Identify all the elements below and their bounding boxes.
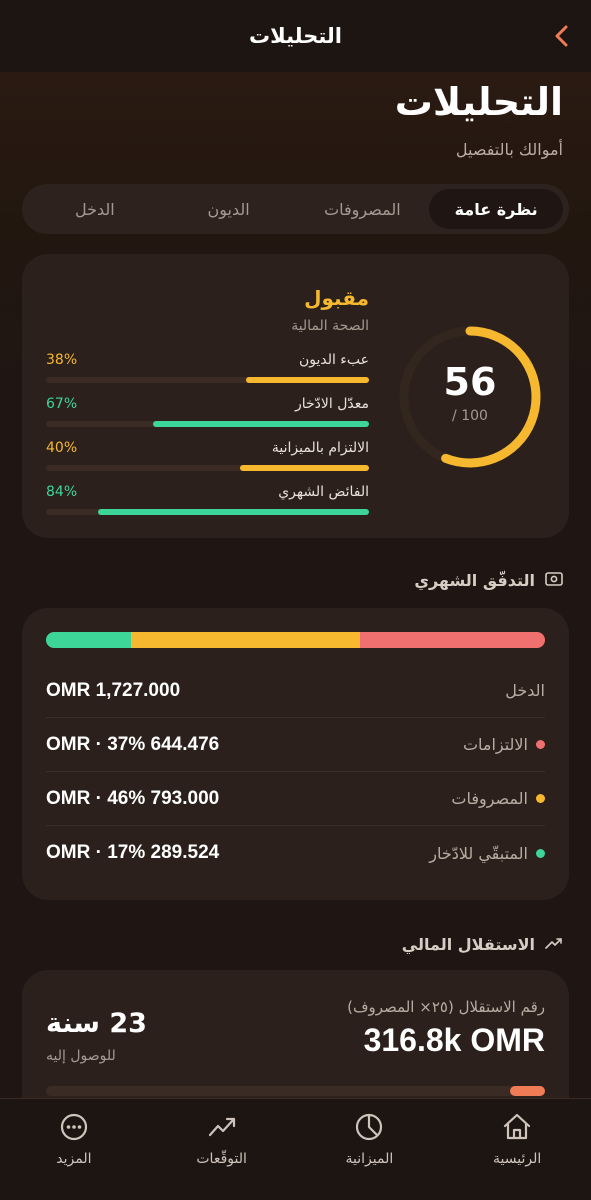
metric-track — [46, 465, 369, 471]
flow-row-label: المصروفات — [451, 789, 545, 808]
bottom-nav: الرئيسية الميزانية التوقّعات المزيد — [0, 1098, 591, 1200]
metric-track — [46, 377, 369, 383]
fire-number-label: رقم الاستقلال (٢٥× المصروف) — [347, 998, 545, 1016]
metric-percent: 40% — [46, 440, 78, 456]
flow-segment-savings — [46, 632, 131, 648]
monthly-flow-card: الدخل OMR 1,727.000 الالتزامات OMR · 37%… — [22, 608, 569, 900]
fire-progress-track — [46, 1086, 545, 1096]
flow-row-label: الدخل — [505, 681, 545, 700]
metric-savings-rate: معدّل الادّخار 67% — [46, 396, 369, 442]
flow-label-text: المتبقّي للادّخار — [429, 843, 528, 863]
flow-stacked-bar — [46, 632, 545, 648]
trend-up-icon — [206, 1111, 238, 1143]
metric-budget-adherence: الالتزام بالميزانية 40% — [46, 440, 369, 486]
metric-percent: 67% — [46, 396, 78, 412]
flow-row-value: OMR · 46% 793.000 — [46, 787, 220, 809]
monthly-flow-title: التدفّق الشهري — [414, 570, 535, 590]
years-to-reach-label: للوصول إليه — [46, 1048, 116, 1064]
nav-more-label: المزيد — [56, 1151, 92, 1167]
flow-row-value: OMR 1,727.000 — [46, 679, 181, 701]
financial-independence-card: رقم الاستقلال (٢٥× المصروف) 316.8k OMR 2… — [22, 970, 569, 1098]
metric-fill — [246, 377, 369, 383]
metric-track — [46, 421, 369, 427]
home-icon — [501, 1111, 533, 1143]
nav-forecasts-label: التوقّعات — [196, 1151, 247, 1167]
flow-row-expenses: المصروفات OMR · 46% 793.000 — [46, 772, 545, 826]
flow-segment-commitments — [360, 632, 545, 648]
top-bar-title: التحليلات — [249, 24, 342, 48]
financial-independence-title: الاستقلال المالي — [401, 934, 535, 954]
tab-debts[interactable]: الديون — [162, 189, 296, 229]
flow-label-text: الدخل — [505, 681, 545, 700]
flow-row-commitments: الالتزامات OMR · 37% 644.476 — [46, 718, 545, 772]
flow-label-text: الالتزامات — [462, 735, 528, 754]
commitments-dot — [536, 740, 545, 749]
scroll-content[interactable]: التحليلات أموالك بالتفصيل نظرة عامة المص… — [0, 72, 591, 1098]
years-to-reach: 23 سنة — [46, 1008, 147, 1039]
trend-up-icon — [545, 935, 563, 954]
metric-fill — [239, 465, 369, 471]
metric-monthly-surplus: الفائض الشهري 84% — [46, 484, 369, 530]
nav-home[interactable]: الرئيسية — [443, 1111, 591, 1200]
metric-label: معدّل الادّخار — [294, 396, 369, 412]
nav-budget-label: الميزانية — [345, 1151, 394, 1167]
health-status: مقبول — [304, 286, 369, 310]
flow-segment-expenses — [130, 632, 361, 648]
tab-income[interactable]: الدخل — [28, 189, 162, 229]
back-chevron-icon[interactable] — [547, 22, 575, 50]
money-icon — [545, 571, 563, 590]
flow-row-remaining-savings: المتبقّي للادّخار OMR · 17% 289.524 — [46, 826, 545, 880]
tab-overview[interactable]: نظرة عامة — [429, 189, 563, 229]
health-score-max: / 100 — [452, 408, 488, 424]
fire-number-value: 316.8k OMR — [363, 1022, 545, 1058]
nav-home-label: الرئيسية — [493, 1151, 542, 1167]
metric-debt-burden: عبء الديون 38% — [46, 352, 369, 398]
metric-fill — [152, 421, 369, 427]
tab-expenses[interactable]: المصروفات — [296, 189, 430, 229]
pie-chart-icon — [353, 1111, 385, 1143]
health-score-ring: 56 / 100 — [397, 324, 543, 470]
top-bar: التحليلات — [0, 0, 591, 72]
metric-fill — [97, 509, 369, 515]
fire-progress-fill — [510, 1086, 545, 1096]
metric-label: عبء الديون — [298, 352, 369, 368]
more-icon — [58, 1111, 90, 1143]
flow-row-value: OMR · 37% 644.476 — [46, 733, 220, 755]
metric-percent: 38% — [46, 352, 78, 368]
metric-label: الفائض الشهري — [278, 484, 369, 500]
financial-independence-heading: الاستقلال المالي — [402, 932, 563, 956]
metric-label: الالتزام بالميزانية — [271, 440, 369, 456]
expenses-dot — [536, 794, 545, 803]
page-subtitle: أموالك بالتفصيل — [455, 140, 563, 159]
metric-track — [46, 509, 369, 515]
monthly-flow-heading: التدفّق الشهري — [414, 568, 563, 592]
metric-percent: 84% — [46, 484, 78, 500]
nav-more[interactable]: المزيد — [0, 1111, 148, 1200]
flow-row-value: OMR · 17% 289.524 — [46, 842, 220, 863]
flow-label-text: المصروفات — [451, 789, 528, 808]
flow-row-label: الالتزامات — [463, 735, 545, 754]
health-label: الصحة المالية — [291, 318, 369, 334]
financial-health-card: 56 / 100 مقبول الصحة المالية عبء الديون … — [22, 254, 569, 538]
analytics-tabs: نظرة عامة المصروفات الديون الدخل — [22, 184, 569, 234]
flow-row-income: الدخل OMR 1,727.000 — [46, 664, 545, 718]
flow-row-label: المتبقّي للادّخار — [429, 844, 545, 863]
savings-dot — [536, 848, 545, 858]
nav-budget[interactable]: الميزانية — [296, 1111, 444, 1200]
health-score-value: 56 — [443, 360, 497, 404]
page-title: التحليلات — [394, 80, 563, 124]
nav-forecasts[interactable]: التوقّعات — [148, 1111, 296, 1200]
